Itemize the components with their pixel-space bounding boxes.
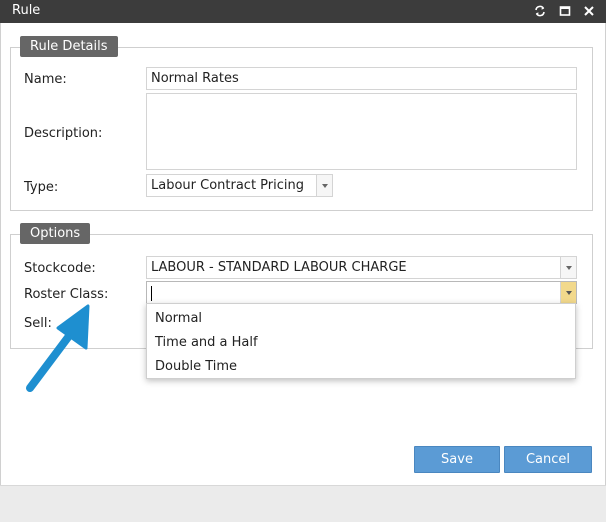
- rule-details-header: Rule Details: [20, 36, 118, 57]
- type-label: Type:: [24, 180, 59, 195]
- dropdown-option-normal[interactable]: Normal: [155, 311, 202, 326]
- stockcode-select[interactable]: LABOUR - STANDARD LABOUR CHARGE: [146, 256, 577, 279]
- close-icon[interactable]: [582, 4, 596, 18]
- type-select[interactable]: Labour Contract Pricing: [146, 174, 333, 197]
- refresh-icon[interactable]: [533, 4, 547, 18]
- name-field[interactable]: Normal Rates: [146, 67, 577, 90]
- roster-class-dropdown-arrow-icon[interactable]: [560, 282, 576, 303]
- type-dropdown-arrow-icon[interactable]: [316, 175, 332, 196]
- type-value: Labour Contract Pricing: [151, 178, 305, 193]
- text-caret: [151, 286, 152, 301]
- name-value: Normal Rates: [151, 71, 239, 86]
- stockcode-value: LABOUR - STANDARD LABOUR CHARGE: [151, 260, 407, 275]
- dropdown-option-time-and-a-half[interactable]: Time and a Half: [155, 335, 258, 350]
- roster-class-combobox[interactable]: [146, 281, 577, 304]
- roster-class-dropdown-list: Normal Time and a Half Double Time: [146, 303, 576, 379]
- dialog-footer: [0, 485, 606, 522]
- dropdown-option-double-time[interactable]: Double Time: [155, 359, 237, 374]
- cancel-button[interactable]: Cancel: [504, 446, 592, 473]
- options-header: Options: [20, 223, 91, 244]
- description-textarea[interactable]: [146, 93, 577, 170]
- description-label: Description:: [24, 126, 103, 141]
- name-label: Name:: [24, 72, 67, 87]
- window-title: Rule: [12, 3, 41, 18]
- stockcode-label: Stockcode:: [24, 261, 96, 276]
- save-button[interactable]: Save: [414, 446, 500, 473]
- stockcode-dropdown-arrow-icon[interactable]: [560, 257, 576, 278]
- arrow-annotation: [26, 304, 90, 392]
- window-titlebar: Rule: [0, 0, 606, 23]
- maximize-icon[interactable]: [558, 4, 572, 18]
